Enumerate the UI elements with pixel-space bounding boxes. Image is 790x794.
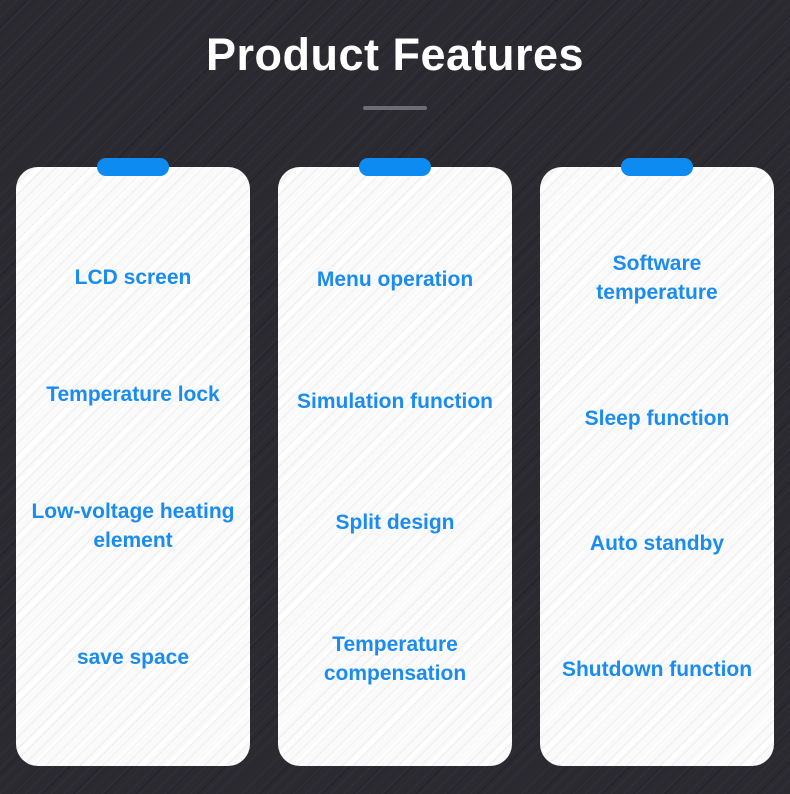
feature-card-body-3: Software temperature Sleep function Auto…: [540, 167, 774, 766]
feature-item: Simulation function: [297, 389, 493, 413]
feature-item: Shutdown function: [561, 657, 753, 681]
card-tab-icon-2: [359, 158, 431, 176]
feature-item: Low-voltage heating element: [31, 500, 235, 552]
feature-item: Software temperature: [596, 252, 718, 305]
page-header: Product Features: [0, 0, 790, 110]
feature-item: Sleep function: [584, 406, 730, 430]
title-divider: [363, 106, 427, 110]
feature-item: Menu operation: [316, 268, 474, 292]
feature-card-list: LCD screen Temperature lock Low-voltage …: [16, 158, 774, 766]
feature-item: Temperature lock: [46, 383, 220, 406]
page-title: Product Features: [205, 29, 585, 80]
feature-item: LCD screen: [74, 266, 192, 289]
feature-card-body-1: LCD screen Temperature lock Low-voltage …: [16, 167, 250, 766]
feature-card-2: Menu operation Simulation function Split…: [278, 158, 512, 766]
feature-card-1: LCD screen Temperature lock Low-voltage …: [16, 158, 250, 766]
feature-card-body-2: Menu operation Simulation function Split…: [278, 167, 512, 766]
feature-item: save space: [76, 646, 190, 669]
feature-item: Split design: [335, 511, 455, 535]
feature-item: Auto standby: [589, 532, 725, 556]
feature-item: Temperature compensation: [323, 632, 467, 685]
card-tab-icon-1: [97, 158, 169, 176]
feature-card-3: Software temperature Sleep function Auto…: [540, 158, 774, 766]
product-features-page: Product Features LCD screen Temperature …: [0, 0, 790, 794]
card-tab-icon-3: [621, 158, 693, 176]
